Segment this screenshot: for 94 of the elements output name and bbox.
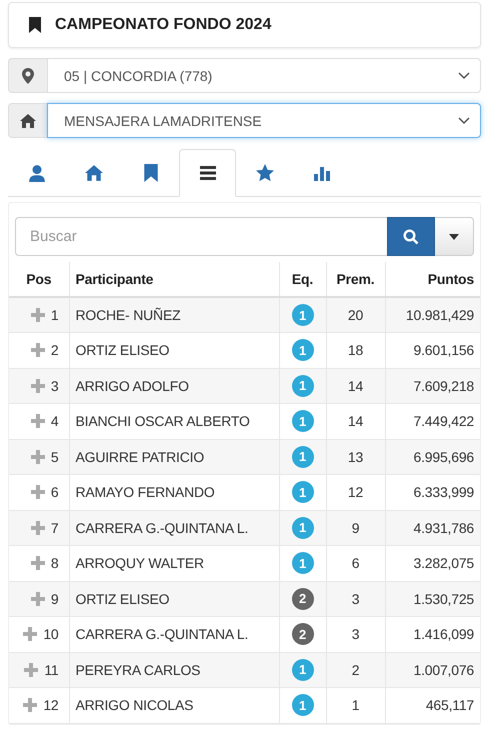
expand-plus-icon[interactable] xyxy=(30,308,45,322)
participant-name: ORTIZ ELISEO xyxy=(76,590,170,607)
prize-count: 12 xyxy=(348,484,364,500)
expand-plus-icon[interactable] xyxy=(30,556,45,570)
column-header[interactable]: Puntos xyxy=(428,271,474,287)
column-header[interactable]: Participante xyxy=(76,271,154,287)
team-badge: 1 xyxy=(292,304,314,326)
home-icon xyxy=(84,164,102,182)
team-badge: 1 xyxy=(292,410,314,432)
team-badge: 1 xyxy=(292,481,314,504)
user-icon xyxy=(28,164,46,182)
participant-name: AGUIRRE PATRICIO xyxy=(76,448,204,465)
participant-name: CARRERA G.-QUINTANA L. xyxy=(76,520,248,536)
participant-name: ARROQUY WALTER xyxy=(76,555,204,572)
prize-count: 9 xyxy=(352,520,360,536)
points-value: 9.601,156 xyxy=(414,342,474,358)
team-badge: 1 xyxy=(292,374,314,397)
points-value: 3.282,075 xyxy=(414,555,474,572)
prize-count: 6 xyxy=(352,555,360,572)
search-icon xyxy=(403,228,419,244)
search-button[interactable] xyxy=(387,217,435,256)
team-badge: 1 xyxy=(292,552,314,574)
position-number: 8 xyxy=(50,555,58,572)
prize-count: 3 xyxy=(352,626,360,642)
prize-count: 3 xyxy=(352,590,360,607)
bookmark-icon xyxy=(144,164,158,182)
dropdown-select[interactable]: MENSAJERA LAMADRITENSE xyxy=(47,103,481,138)
participant-name: ORTIZ ELISEO xyxy=(76,342,170,358)
position-number: 4 xyxy=(50,413,58,430)
expand-plus-icon[interactable] xyxy=(30,592,45,606)
position-number: 10 xyxy=(43,626,58,642)
prize-count: 18 xyxy=(348,342,364,358)
participant-name: PEREYRA CARLOS xyxy=(76,662,200,678)
page-title: CAMPEONATO FONDO 2024 xyxy=(55,16,272,34)
position-number: 7 xyxy=(50,520,58,536)
expand-plus-icon[interactable] xyxy=(23,627,38,642)
location-pin-icon xyxy=(22,68,34,84)
points-value: 7.449,422 xyxy=(414,413,474,430)
participant-name: ARRIGO ADOLFO xyxy=(76,378,189,394)
participant-name: BIANCHI OSCAR ALBERTO xyxy=(76,413,250,430)
chevron-down-icon xyxy=(458,116,470,124)
points-value: 465,117 xyxy=(426,697,474,714)
team-badge: 1 xyxy=(292,516,314,539)
prize-count: 13 xyxy=(348,448,364,465)
position-number: 12 xyxy=(43,697,58,714)
position-number: 11 xyxy=(44,662,58,678)
bookmark-icon xyxy=(29,17,41,33)
team-badge: 1 xyxy=(292,339,314,362)
prize-count: 14 xyxy=(348,378,364,394)
participant-name: RAMAYO FERNANDO xyxy=(76,484,215,500)
expand-plus-icon[interactable] xyxy=(30,378,45,393)
points-value: 1.007,076 xyxy=(414,662,474,678)
expand-plus-icon[interactable] xyxy=(30,343,45,358)
team-badge: 2 xyxy=(292,623,314,646)
tab[interactable] xyxy=(179,149,236,197)
position-number: 3 xyxy=(50,378,58,394)
bar-chart-icon xyxy=(314,165,330,181)
position-number: 1 xyxy=(50,307,58,323)
expand-plus-icon[interactable] xyxy=(30,485,45,500)
position-number: 6 xyxy=(50,484,58,500)
caret-icon xyxy=(449,234,459,240)
team-badge: 1 xyxy=(292,446,314,468)
expand-plus-icon[interactable] xyxy=(30,414,45,428)
star-icon xyxy=(256,164,274,182)
prize-count: 1 xyxy=(352,697,360,714)
points-value: 6.995,696 xyxy=(414,448,474,465)
points-value: 1.416,099 xyxy=(414,626,474,642)
prize-count: 20 xyxy=(348,307,364,323)
chevron-down-icon xyxy=(458,72,470,80)
prize-count: 2 xyxy=(352,662,360,678)
menu-icon xyxy=(200,166,216,180)
expand-plus-icon[interactable] xyxy=(24,662,38,677)
team-badge: 1 xyxy=(292,694,314,716)
points-value: 6.333,999 xyxy=(414,484,474,500)
points-value: 1.530,725 xyxy=(414,590,474,607)
dropdown-select[interactable]: 05 | CONCORDIA (778) xyxy=(47,58,481,93)
participant-name: ARRIGO NICOLAS xyxy=(76,697,194,714)
column-header[interactable]: Pos xyxy=(26,271,52,287)
position-number: 5 xyxy=(50,448,58,465)
position-number: 9 xyxy=(50,590,58,607)
team-badge: 2 xyxy=(292,588,314,610)
position-number: 2 xyxy=(50,342,58,358)
expand-plus-icon[interactable] xyxy=(23,698,38,712)
points-value: 4.931,786 xyxy=(414,520,474,536)
points-value: 7.609,218 xyxy=(414,378,474,394)
points-value: 10.981,429 xyxy=(406,307,474,323)
prize-count: 14 xyxy=(348,413,364,430)
participant-name: CARRERA G.-QUINTANA L. xyxy=(76,626,248,642)
expand-plus-icon[interactable] xyxy=(30,450,45,464)
search-field[interactable]: Buscar xyxy=(15,217,387,256)
home-icon xyxy=(20,112,36,128)
expand-plus-icon[interactable] xyxy=(30,520,45,535)
team-badge: 1 xyxy=(292,658,314,681)
participant-name: ROCHE- NUÑEZ xyxy=(76,307,180,323)
